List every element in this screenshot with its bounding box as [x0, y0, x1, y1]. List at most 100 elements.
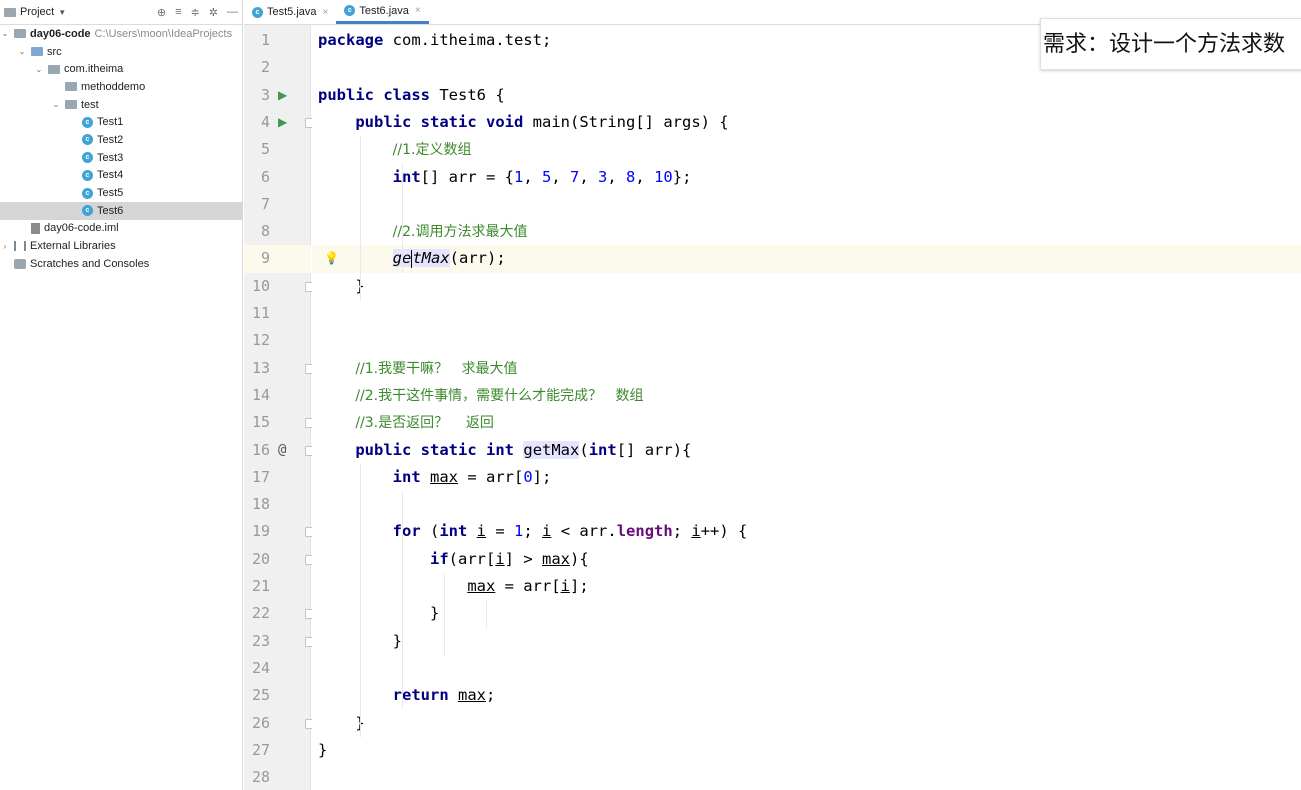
- code-line[interactable]: }: [312, 273, 1301, 300]
- code-line[interactable]: public class Test6 {: [312, 82, 1301, 109]
- line-number: 18: [251, 495, 270, 514]
- folder-icon: [65, 100, 77, 110]
- chevron-down-icon[interactable]: ⌄: [17, 47, 27, 56]
- code-line[interactable]: }: [312, 710, 1301, 737]
- module-file-icon: [31, 222, 40, 234]
- code-line[interactable]: //1.定义数组: [312, 136, 1301, 163]
- source-folder-icon: [31, 47, 43, 57]
- close-icon[interactable]: ×: [323, 7, 329, 18]
- line-number: 21: [251, 577, 270, 595]
- code-line[interactable]: [312, 764, 1301, 790]
- project-path: C:\Users\moon\IdeaProjects: [94, 27, 233, 40]
- line-number: 22: [251, 604, 270, 623]
- code-line[interactable]: getMax(arr);: [312, 245, 1301, 273]
- line-number: 28: [251, 768, 270, 787]
- code-line[interactable]: int[] arr = {1, 5, 7, 3, 8, 10};: [312, 164, 1301, 191]
- line-number: 2: [260, 58, 270, 77]
- project-view-selector[interactable]: Project ▼: [4, 6, 66, 18]
- project-header: Project ▼ ⊕ ≡ ≑ ✲ —: [0, 0, 242, 25]
- tree-item-label: Test3: [97, 151, 124, 164]
- editor-gutter: 1 2 3 ▶ 4 ▶ 5 6 7 8 9 10 11 12 13 14 15 16 @17 18 19 20 21 22 23…: [244, 25, 315, 790]
- tree-item[interactable]: Scratches and Consoles: [0, 255, 242, 273]
- expand-all-icon[interactable]: ≡: [175, 6, 181, 19]
- hide-icon[interactable]: —: [227, 6, 238, 19]
- tree-item[interactable]: ⌄ day06-code C:\Users\moon\IdeaProjects: [0, 25, 242, 43]
- line-number: 7: [260, 194, 270, 213]
- code-line[interactable]: public static int getMax(int[] arr){: [312, 437, 1301, 464]
- tree-item[interactable]: c Test2: [0, 131, 242, 149]
- line-number: 24: [251, 658, 270, 677]
- tree-item[interactable]: ⌄ com.itheima: [0, 60, 242, 78]
- code-line[interactable]: }: [312, 600, 1301, 627]
- tab-label: Test6.java: [359, 4, 409, 17]
- tree-item-label: Scratches and Consoles: [30, 257, 150, 270]
- line-number: 19: [251, 522, 270, 541]
- code-line[interactable]: max = arr[i];: [312, 573, 1301, 600]
- chevron-down-icon[interactable]: ⌄: [0, 29, 10, 38]
- library-icon: [14, 241, 26, 252]
- code-line[interactable]: [312, 491, 1301, 518]
- tree-item[interactable]: day06-code.iml: [0, 220, 242, 238]
- code-editor[interactable]: package com.itheima.test; public class Te…: [312, 25, 1301, 790]
- tree-item[interactable]: c Test1: [0, 113, 242, 131]
- close-icon[interactable]: ×: [415, 5, 421, 16]
- indent-guide: [360, 136, 361, 300]
- chevron-down-icon[interactable]: ⌄: [34, 65, 44, 74]
- tree-item-label: Test2: [97, 133, 124, 146]
- code-line[interactable]: [312, 655, 1301, 682]
- editor-tab[interactable]: c Test5.java ×: [244, 0, 336, 24]
- tree-item[interactable]: ⌄ test: [0, 96, 242, 114]
- collapse-all-icon[interactable]: ≑: [191, 6, 200, 19]
- code-line[interactable]: }: [312, 628, 1301, 655]
- code-line[interactable]: return max;: [312, 682, 1301, 709]
- line-number: 17: [251, 467, 270, 486]
- code-line[interactable]: [312, 300, 1301, 327]
- chevron-down-icon[interactable]: ⌄: [51, 100, 61, 109]
- code-line[interactable]: }: [312, 737, 1301, 764]
- chevron-right-icon[interactable]: ›: [0, 242, 10, 251]
- tree-item-label: test: [81, 98, 99, 111]
- tree-item[interactable]: › External Libraries: [0, 237, 242, 255]
- line-number: 16: [251, 440, 270, 459]
- code-line[interactable]: [312, 191, 1301, 218]
- code-line[interactable]: int max = arr[0];: [312, 464, 1301, 491]
- code-line[interactable]: public static void main(String[] args) {: [312, 109, 1301, 136]
- indent-guide: [360, 463, 361, 737]
- tree-item[interactable]: c Test5: [0, 184, 242, 202]
- code-line[interactable]: for (int i = 1; i < arr.length; i++) {: [312, 518, 1301, 545]
- tree-item[interactable]: c Test6: [0, 201, 242, 220]
- tree-item[interactable]: c Test3: [0, 149, 242, 167]
- tree-item-label: External Libraries: [30, 240, 116, 253]
- tree-item-label: methoddemo: [81, 80, 146, 93]
- line-number: 6: [260, 167, 270, 186]
- code-line[interactable]: //1.我要干嘛？ 求最大值: [312, 355, 1301, 382]
- tree-item-label: Test1: [97, 116, 124, 129]
- run-icon[interactable]: ▶: [278, 109, 287, 136]
- line-number: 12: [251, 331, 270, 350]
- folder-icon: [65, 82, 77, 92]
- code-line[interactable]: if(arr[i] > max){: [312, 546, 1301, 573]
- line-number: 3: [260, 85, 270, 104]
- line-number: 14: [251, 385, 270, 404]
- tree-item[interactable]: methoddemo: [0, 78, 242, 96]
- locate-icon[interactable]: ⊕: [157, 6, 166, 19]
- requirement-banner: 需求：设计一个方法求数: [1040, 18, 1301, 70]
- code-line[interactable]: //2.我干这件事情，需要什么才能完成？ 数组: [312, 382, 1301, 409]
- tree-item[interactable]: c Test4: [0, 167, 242, 185]
- code-line[interactable]: //3.是否返回？ 返回: [312, 409, 1301, 436]
- line-number: 26: [251, 713, 270, 732]
- lightbulb-icon[interactable]: 💡: [324, 245, 339, 272]
- run-icon[interactable]: ▶: [278, 82, 287, 109]
- editor-tab[interactable]: c Test6.java ×: [336, 0, 429, 24]
- java-class-icon: c: [82, 152, 93, 164]
- java-class-icon: c: [82, 205, 93, 217]
- line-number: 1: [260, 31, 270, 49]
- gear-icon[interactable]: ✲: [209, 6, 218, 19]
- code-line[interactable]: [312, 327, 1301, 354]
- java-class-icon: c: [252, 6, 263, 18]
- code-line[interactable]: //2.调用方法求最大值: [312, 218, 1301, 245]
- line-number: 20: [251, 549, 270, 568]
- java-class-icon: c: [82, 134, 93, 146]
- tree-item[interactable]: ⌄ src: [0, 43, 242, 61]
- usage-marker-icon[interactable]: @: [278, 437, 286, 464]
